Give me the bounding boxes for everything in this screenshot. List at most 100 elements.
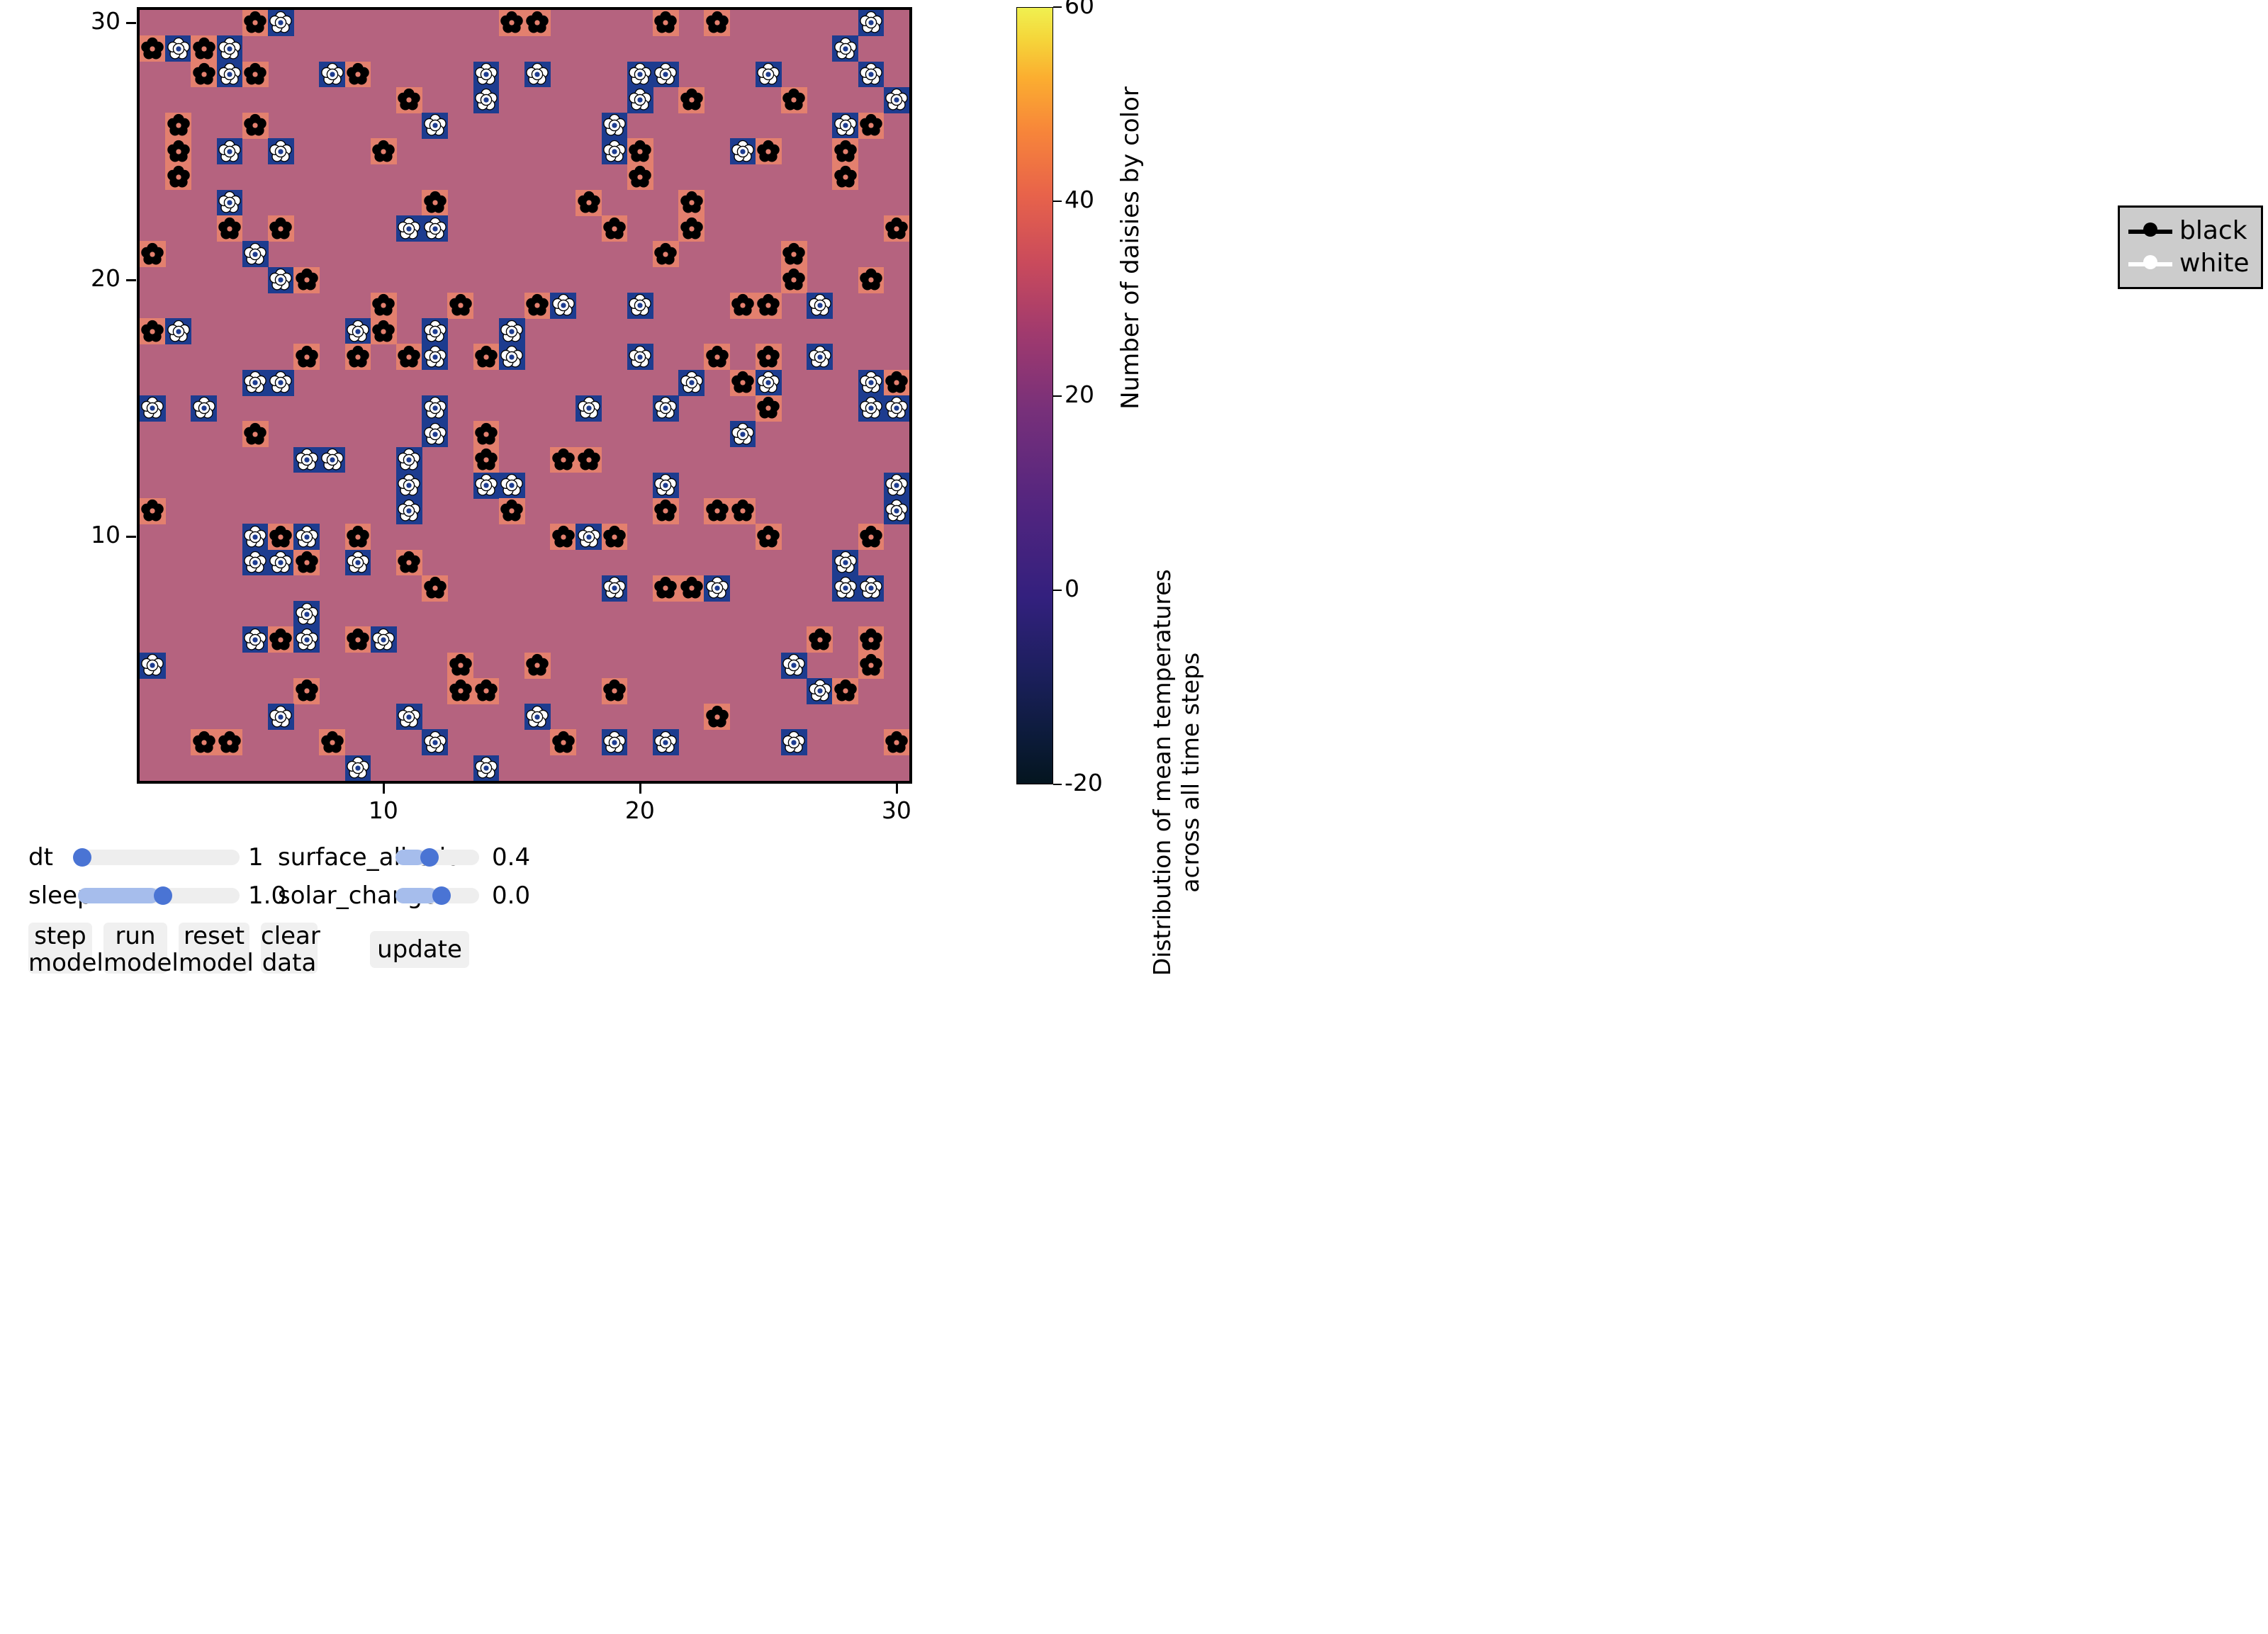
- grid-cell-white-daisy[interactable]: [268, 549, 294, 576]
- grid-cell-white-daisy[interactable]: [498, 472, 525, 499]
- grid-cell-black-daisy[interactable]: [242, 421, 269, 448]
- grid-cell-black-daisy[interactable]: [473, 677, 500, 704]
- grid-cell-white-daisy[interactable]: [216, 35, 243, 62]
- grid-cell-white-daisy[interactable]: [396, 446, 422, 473]
- grid-cell-white-daisy[interactable]: [422, 729, 448, 756]
- grid-cell-black-daisy[interactable]: [755, 344, 782, 371]
- grid-cell-black-daisy[interactable]: [396, 86, 422, 113]
- grid-cell-white-daisy[interactable]: [268, 138, 294, 165]
- grid-cell-white-daisy[interactable]: [344, 755, 371, 781]
- grid-cell-white-daisy[interactable]: [755, 61, 782, 88]
- grid-cell-black-daisy[interactable]: [396, 344, 422, 371]
- grid-cell-white-daisy[interactable]: [524, 61, 551, 88]
- grid-cell-white-daisy[interactable]: [653, 472, 679, 499]
- grid-cell-black-daisy[interactable]: [653, 575, 679, 602]
- grid-cell-black-daisy[interactable]: [601, 677, 628, 704]
- grid-cell-black-daisy[interactable]: [653, 498, 679, 524]
- grid-cell-black-daisy[interactable]: [344, 626, 371, 653]
- grid-cell-white-daisy[interactable]: [755, 369, 782, 396]
- grid-cell-white-daisy[interactable]: [293, 524, 320, 551]
- grid-cell-white-daisy[interactable]: [396, 704, 422, 731]
- grid-cell-white-daisy[interactable]: [473, 472, 500, 499]
- grid-cell-black-daisy[interactable]: [140, 35, 166, 62]
- grid-cell-white-daisy[interactable]: [216, 61, 243, 88]
- grid-cell-white-daisy[interactable]: [396, 215, 422, 242]
- grid-cell-white-daisy[interactable]: [498, 344, 525, 371]
- grid-cell-black-daisy[interactable]: [524, 10, 551, 36]
- grid-cell-white-daisy[interactable]: [576, 524, 602, 551]
- grid-cell-white-daisy[interactable]: [653, 61, 679, 88]
- grid-cell-white-daisy[interactable]: [858, 395, 885, 422]
- grid-cell-white-daisy[interactable]: [165, 35, 191, 62]
- grid-cell-black-daisy[interactable]: [396, 549, 422, 576]
- grid-cell-black-daisy[interactable]: [755, 138, 782, 165]
- grid-cell-white-daisy[interactable]: [344, 549, 371, 576]
- grid-cell-white-daisy[interactable]: [293, 626, 320, 653]
- slider-track-surface_albedo[interactable]: [395, 848, 479, 867]
- grid-cell-black-daisy[interactable]: [678, 86, 704, 113]
- grid-cell-black-daisy[interactable]: [268, 215, 294, 242]
- daisyworld-grid[interactable]: [137, 7, 912, 784]
- grid-cell-white-daisy[interactable]: [293, 601, 320, 627]
- grid-cell-black-daisy[interactable]: [319, 729, 346, 756]
- grid-cell-white-daisy[interactable]: [601, 729, 628, 756]
- grid-cell-white-daisy[interactable]: [242, 626, 269, 653]
- grid-cell-white-daisy[interactable]: [473, 61, 500, 88]
- grid-cell-black-daisy[interactable]: [704, 344, 731, 371]
- grid-cell-black-daisy[interactable]: [473, 446, 500, 473]
- grid-cell-white-daisy[interactable]: [858, 575, 885, 602]
- grid-cell-black-daisy[interactable]: [191, 35, 218, 62]
- grid-cell-white-daisy[interactable]: [216, 189, 243, 216]
- grid-cell-black-daisy[interactable]: [293, 266, 320, 293]
- grid-cell-black-daisy[interactable]: [524, 292, 551, 319]
- grid-cell-white-daisy[interactable]: [576, 395, 602, 422]
- grid-cell-black-daisy[interactable]: [370, 318, 397, 345]
- grid-cell-white-daisy[interactable]: [678, 369, 704, 396]
- grid-cell-black-daisy[interactable]: [165, 164, 191, 191]
- grid-cell-white-daisy[interactable]: [653, 395, 679, 422]
- grid-cell-white-daisy[interactable]: [807, 677, 833, 704]
- grid-cell-black-daisy[interactable]: [242, 113, 269, 139]
- grid-cell-black-daisy[interactable]: [268, 524, 294, 551]
- grid-cell-black-daisy[interactable]: [678, 575, 704, 602]
- grid-cell-black-daisy[interactable]: [576, 446, 602, 473]
- grid-cell-black-daisy[interactable]: [601, 524, 628, 551]
- grid-cell-black-daisy[interactable]: [704, 498, 731, 524]
- grid-cell-white-daisy[interactable]: [422, 113, 448, 139]
- grid-cell-white-daisy[interactable]: [268, 266, 294, 293]
- grid-cell-black-daisy[interactable]: [858, 626, 885, 653]
- grid-cell-black-daisy[interactable]: [653, 10, 679, 36]
- grid-cell-black-daisy[interactable]: [370, 138, 397, 165]
- grid-cell-black-daisy[interactable]: [755, 292, 782, 319]
- legend-item-white[interactable]: white: [2128, 247, 2250, 280]
- grid-cell-black-daisy[interactable]: [422, 575, 448, 602]
- grid-cell-white-daisy[interactable]: [832, 549, 859, 576]
- grid-cell-white-daisy[interactable]: [140, 652, 166, 679]
- grid-cell-white-daisy[interactable]: [319, 446, 346, 473]
- grid-cell-black-daisy[interactable]: [191, 61, 218, 88]
- grid-cell-black-daisy[interactable]: [473, 421, 500, 448]
- slider-handle-solar_change[interactable]: [432, 886, 451, 905]
- grid-cell-black-daisy[interactable]: [883, 729, 909, 756]
- grid-cell-black-daisy[interactable]: [242, 61, 269, 88]
- grid-cell-black-daisy[interactable]: [832, 164, 859, 191]
- grid-cell-white-daisy[interactable]: [601, 113, 628, 139]
- grid-cell-black-daisy[interactable]: [858, 113, 885, 139]
- grid-cell-black-daisy[interactable]: [627, 138, 653, 165]
- grid-cell-black-daisy[interactable]: [781, 266, 807, 293]
- grid-cell-black-daisy[interactable]: [807, 626, 833, 653]
- grid-cell-black-daisy[interactable]: [550, 524, 576, 551]
- grid-cell-white-daisy[interactable]: [242, 524, 269, 551]
- grid-cell-black-daisy[interactable]: [344, 61, 371, 88]
- grid-cell-white-daisy[interactable]: [216, 138, 243, 165]
- grid-cell-white-daisy[interactable]: [858, 369, 885, 396]
- grid-cell-black-daisy[interactable]: [242, 10, 269, 36]
- grid-cell-black-daisy[interactable]: [293, 549, 320, 576]
- grid-cell-black-daisy[interactable]: [832, 138, 859, 165]
- grid-cell-black-daisy[interactable]: [140, 318, 166, 345]
- grid-cell-white-daisy[interactable]: [498, 318, 525, 345]
- step-model-button[interactable]: step model: [28, 923, 103, 976]
- grid-cell-white-daisy[interactable]: [729, 138, 756, 165]
- grid-cell-black-daisy[interactable]: [883, 369, 909, 396]
- grid-cell-black-daisy[interactable]: [473, 344, 500, 371]
